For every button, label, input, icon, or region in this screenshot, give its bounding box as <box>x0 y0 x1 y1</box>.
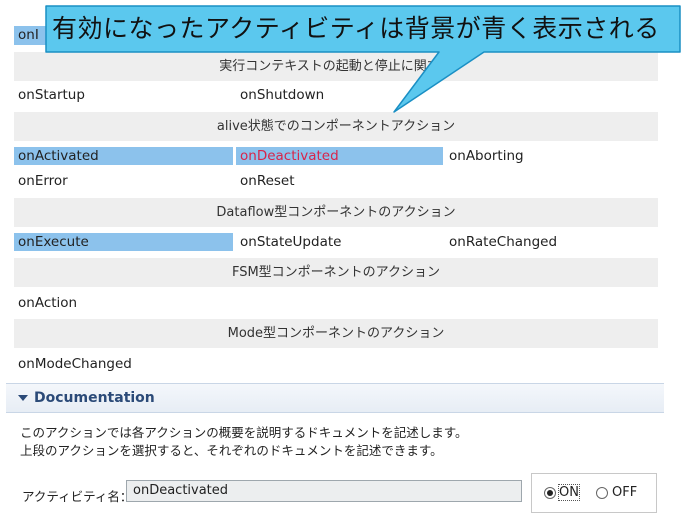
action-onReset[interactable]: onReset <box>240 172 295 190</box>
callout-text: 有効になったアクティビティは背景が青く表示される <box>52 14 660 43</box>
documentation-description-line1: このアクションでは各アクションの概要を説明するドキュメントを記述します。 <box>20 425 468 440</box>
on-off-radio-group: ON OFF <box>531 473 657 513</box>
radio-off-label[interactable]: OFF <box>612 485 637 500</box>
activity-name-label: アクティビティ名： <box>22 489 133 504</box>
section-title: Mode型コンポーネントのアクション <box>227 326 445 341</box>
documentation-header[interactable]: Documentation <box>6 383 664 413</box>
action-onStateUpdate[interactable]: onStateUpdate <box>240 233 341 251</box>
documentation-description-line2: 上段のアクションを選択すると、それぞれのドキュメントを記述できます。 <box>20 443 443 458</box>
radio-on-label[interactable]: ON <box>558 484 580 501</box>
action-onAction[interactable]: onAction <box>18 294 77 312</box>
collapse-triangle-icon[interactable] <box>18 395 28 401</box>
action-onExecute: onExecute <box>18 234 89 250</box>
action-onModeChanged[interactable]: onModeChanged <box>18 355 132 373</box>
section-mode-actions: Mode型コンポーネントのアクション <box>14 319 658 348</box>
section-dataflow-actions: Dataflow型コンポーネントのアクション <box>14 198 658 227</box>
section-fsm-actions: FSM型コンポーネントのアクション <box>14 258 658 287</box>
action-label: onI <box>18 27 39 43</box>
section-title: Dataflow型コンポーネントのアクション <box>216 205 456 220</box>
radio-off-button[interactable] <box>596 487 608 499</box>
action-onError[interactable]: onError <box>18 172 68 190</box>
radio-on-button[interactable] <box>544 487 556 499</box>
documentation-title: Documentation <box>34 390 155 406</box>
activity-name-field[interactable]: onDeactivated <box>126 480 522 502</box>
section-title: FSM型コンポーネントのアクション <box>231 265 441 280</box>
action-onRateChanged[interactable]: onRateChanged <box>449 233 557 251</box>
action-onExecute-cell[interactable]: onExecute <box>14 233 233 251</box>
